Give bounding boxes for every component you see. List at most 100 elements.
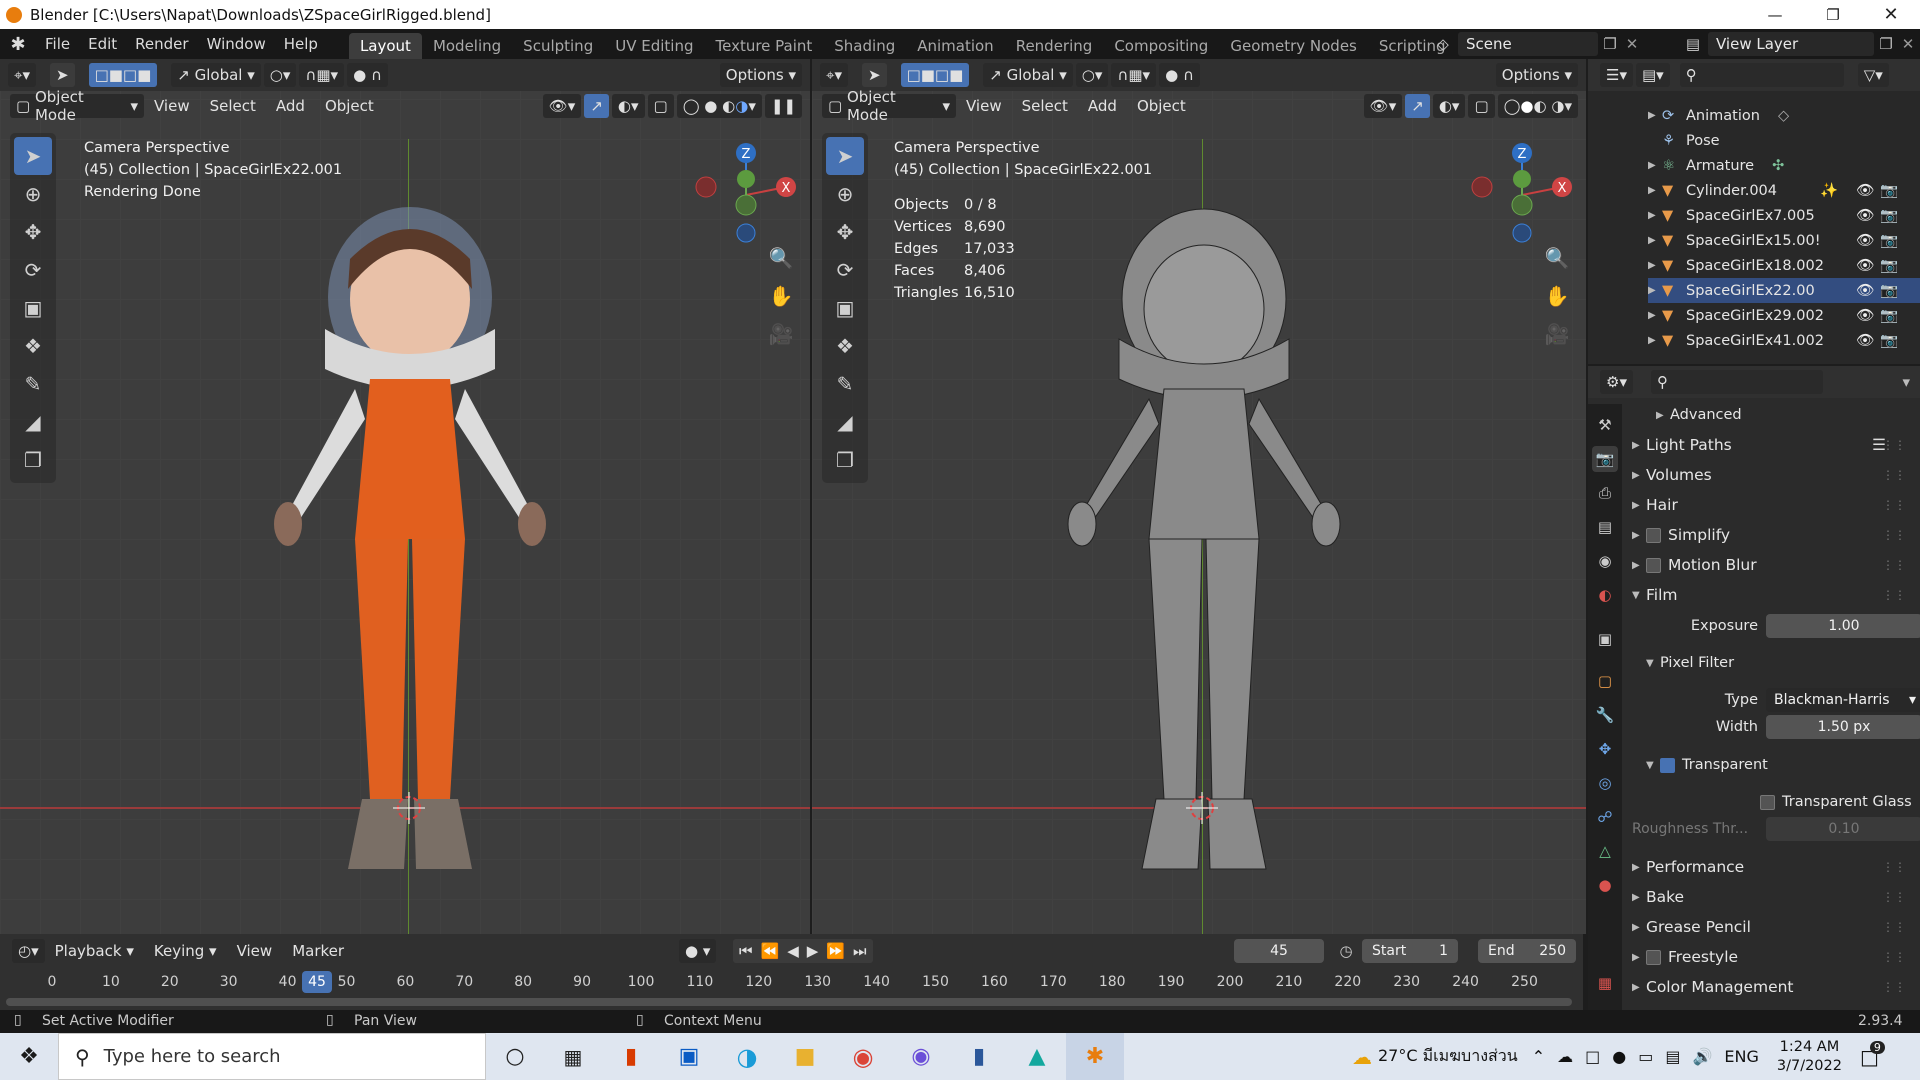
camera-view-icon[interactable]: 🎥 — [1542, 319, 1572, 349]
section-bake[interactable]: ▶ Bake ⋮⋮ — [1632, 883, 1912, 911]
menu-object[interactable]: Object — [1127, 97, 1196, 115]
scene-name[interactable]: Scene — [1458, 32, 1598, 56]
outliner-item[interactable]: ▶ ▼ SpaceGirlEx41.002 👁 📷 — [1648, 328, 1920, 353]
drag-handle-icon[interactable]: ⋮⋮ — [1882, 588, 1906, 602]
transparent-glass-row[interactable]: Transparent Glass — [1760, 788, 1920, 816]
visibility-eye-icon[interactable]: 👁 — [1856, 282, 1874, 299]
subsection-transparent[interactable]: ▼ Transparent — [1646, 751, 1920, 779]
rotate-tool-icon[interactable]: ⟳ — [14, 251, 52, 289]
tab-layout[interactable]: Layout — [348, 33, 422, 59]
visibility-icon[interactable]: 👁▾ — [542, 94, 582, 118]
drag-handle-icon[interactable]: ⋮⋮ — [1882, 528, 1906, 542]
chrome-icon[interactable]: ◉ — [834, 1033, 892, 1080]
xray-icon[interactable]: ▢ — [1468, 94, 1495, 118]
output-tab-icon[interactable]: ⎙ — [1592, 480, 1618, 506]
navigation-gizmo[interactable]: Z X — [690, 139, 800, 249]
cloud-icon[interactable]: ☁ — [1557, 1047, 1573, 1066]
show-hidden-icons-icon[interactable]: ⌃ — [1532, 1047, 1545, 1066]
outliner-item[interactable]: ▶ ▼ SpaceGirlEx15.00! 👁 📷 — [1648, 228, 1920, 253]
object-mode-dropdown[interactable]: ▢ Object Mode ▾ — [10, 88, 144, 124]
close-button[interactable]: ✕ — [1862, 0, 1920, 29]
visibility-eye-icon[interactable]: 👁 — [1856, 257, 1874, 274]
properties-search-input[interactable]: ⚲ — [1650, 370, 1823, 394]
motion-blur-checkbox[interactable] — [1646, 557, 1661, 573]
windows-start-icon[interactable]: ❖ — [0, 1033, 58, 1080]
outliner-item[interactable]: ▶ ▼ SpaceGirlEx18.002 👁 📷 — [1648, 253, 1920, 278]
section-light-paths[interactable]: ▶ Light Paths ☰ ⋮⋮ — [1632, 431, 1912, 459]
measure-tool-icon[interactable]: ◢ — [826, 403, 864, 441]
select-mode-new-icon[interactable]: □■□■ — [900, 63, 970, 87]
delete-scene-icon[interactable]: ✕ — [1622, 35, 1642, 53]
select-mode-new-icon[interactable]: □■□■ — [88, 63, 158, 87]
menu-window[interactable]: Window — [198, 29, 275, 59]
roughness-field[interactable]: 0.10 — [1766, 817, 1920, 841]
messenger-icon[interactable]: ◉ — [892, 1033, 950, 1080]
shading-modes[interactable]: ◯ ● ◐ ◑▾ — [1497, 94, 1578, 118]
add-cube-tool-icon[interactable]: ❐ — [826, 441, 864, 479]
app-m-icon[interactable]: ▲ — [1008, 1033, 1066, 1080]
texture-tab-icon[interactable]: ▦ — [1592, 970, 1618, 996]
language-indicator[interactable]: ENG — [1724, 1047, 1758, 1066]
drag-handle-icon[interactable]: ⋮⋮ — [1882, 860, 1906, 874]
view-layer-selector[interactable]: ▤ View Layer ❐ ✕ — [1678, 32, 1918, 56]
filter-type-dropdown[interactable]: Blackman-Harris ▾ — [1766, 688, 1920, 712]
transparent-glass-checkbox[interactable] — [1760, 794, 1775, 810]
gizmo-toggle-icon[interactable]: ↗ — [1405, 94, 1430, 118]
section-film[interactable]: ▼ Film ⋮⋮ — [1632, 581, 1912, 609]
section-advanced[interactable]: ▶ Advanced — [1656, 401, 1920, 429]
visibility-eye-icon[interactable]: 👁 — [1856, 307, 1874, 324]
render-tab-icon[interactable]: 📷 — [1592, 446, 1618, 472]
gizmo-neg-x-axis[interactable] — [695, 176, 717, 198]
modifier-tab-icon[interactable]: 🔧 — [1592, 702, 1618, 728]
minimize-button[interactable]: — — [1746, 0, 1804, 29]
menu-view[interactable]: View — [144, 97, 200, 115]
filter-icon[interactable]: ▽▾ — [1857, 63, 1889, 87]
gizmo-neg-y-axis[interactable] — [1511, 194, 1533, 216]
proportional-edit-icon[interactable]: ● ∩ — [347, 63, 388, 87]
constraints-tab-icon[interactable]: ☍ — [1592, 804, 1618, 830]
object-tab-icon[interactable]: ▢ — [1592, 668, 1618, 694]
rotate-tool-icon[interactable]: ⟳ — [826, 251, 864, 289]
visibility-eye-icon[interactable]: 👁 — [1856, 182, 1874, 199]
meet-now-icon[interactable]: □ — [1585, 1047, 1600, 1066]
tool-tab-icon[interactable]: ⚒ — [1592, 412, 1618, 438]
visibility-eye-icon[interactable]: 👁 — [1856, 332, 1874, 349]
tab-geometry-nodes[interactable]: Geometry Nodes — [1219, 33, 1368, 59]
menu-select[interactable]: Select — [200, 97, 266, 115]
menu-object[interactable]: Object — [315, 97, 384, 115]
cursor-tool-icon[interactable]: ⊕ — [14, 175, 52, 213]
menu-view[interactable]: View — [956, 97, 1012, 115]
render-camera-icon[interactable]: 📷 — [1880, 232, 1898, 249]
section-performance[interactable]: ▶ Performance ⋮⋮ — [1632, 853, 1912, 881]
navigation-gizmo[interactable]: Z X — [1466, 139, 1576, 249]
word-icon[interactable]: ▮ — [950, 1033, 1008, 1080]
physics-tab-icon[interactable]: ◎ — [1592, 770, 1618, 796]
camera-view-icon[interactable]: 🎥 — [766, 319, 796, 349]
particles-tab-icon[interactable]: ✥ — [1592, 736, 1618, 762]
section-simplify[interactable]: ▶ Simplify ⋮⋮ — [1632, 521, 1912, 549]
transform-orientation[interactable]: ↗ Global ▾ — [171, 63, 261, 87]
render-camera-icon[interactable]: 📷 — [1880, 207, 1898, 224]
freestyle-checkbox[interactable] — [1646, 949, 1661, 965]
outliner-item[interactable]: ▶ ▼ SpaceGirlEx29.002 👁 📷 — [1648, 303, 1920, 328]
blender-taskbar-icon[interactable]: ✱ — [1066, 1033, 1124, 1080]
transform-tool-icon[interactable]: ❖ — [826, 327, 864, 365]
editor-type-icon[interactable]: ⌖▾ — [820, 63, 848, 87]
tab-rendering[interactable]: Rendering — [1005, 33, 1104, 59]
visibility-icon[interactable]: 👁▾ — [1363, 94, 1403, 118]
pivot-point-icon[interactable]: ○▾ — [1075, 63, 1109, 87]
properties-options-icon[interactable]: ▾ — [1902, 373, 1910, 391]
pan-hand-icon[interactable]: ✋ — [1542, 281, 1572, 311]
world-tab-icon[interactable]: ◐ — [1592, 582, 1618, 608]
outliner-item[interactable]: ▶ ⟳ Animation ◇ — [1648, 103, 1920, 128]
collection-tab-icon[interactable]: ▣ — [1592, 626, 1618, 652]
menu-add[interactable]: Add — [266, 97, 315, 115]
material-tab-icon[interactable]: ● — [1592, 872, 1618, 898]
transparent-checkbox[interactable] — [1660, 757, 1675, 773]
copy-view-layer-icon[interactable]: ❐ — [1874, 35, 1898, 53]
gizmo-toggle-icon[interactable]: ↗ — [584, 94, 609, 118]
tab-shading[interactable]: Shading — [823, 33, 906, 59]
pause-render-icon[interactable]: ❚❚ — [764, 94, 802, 118]
measure-tool-icon[interactable]: ◢ — [14, 403, 52, 441]
display-mode-icon[interactable]: ▤▾ — [1635, 63, 1670, 87]
